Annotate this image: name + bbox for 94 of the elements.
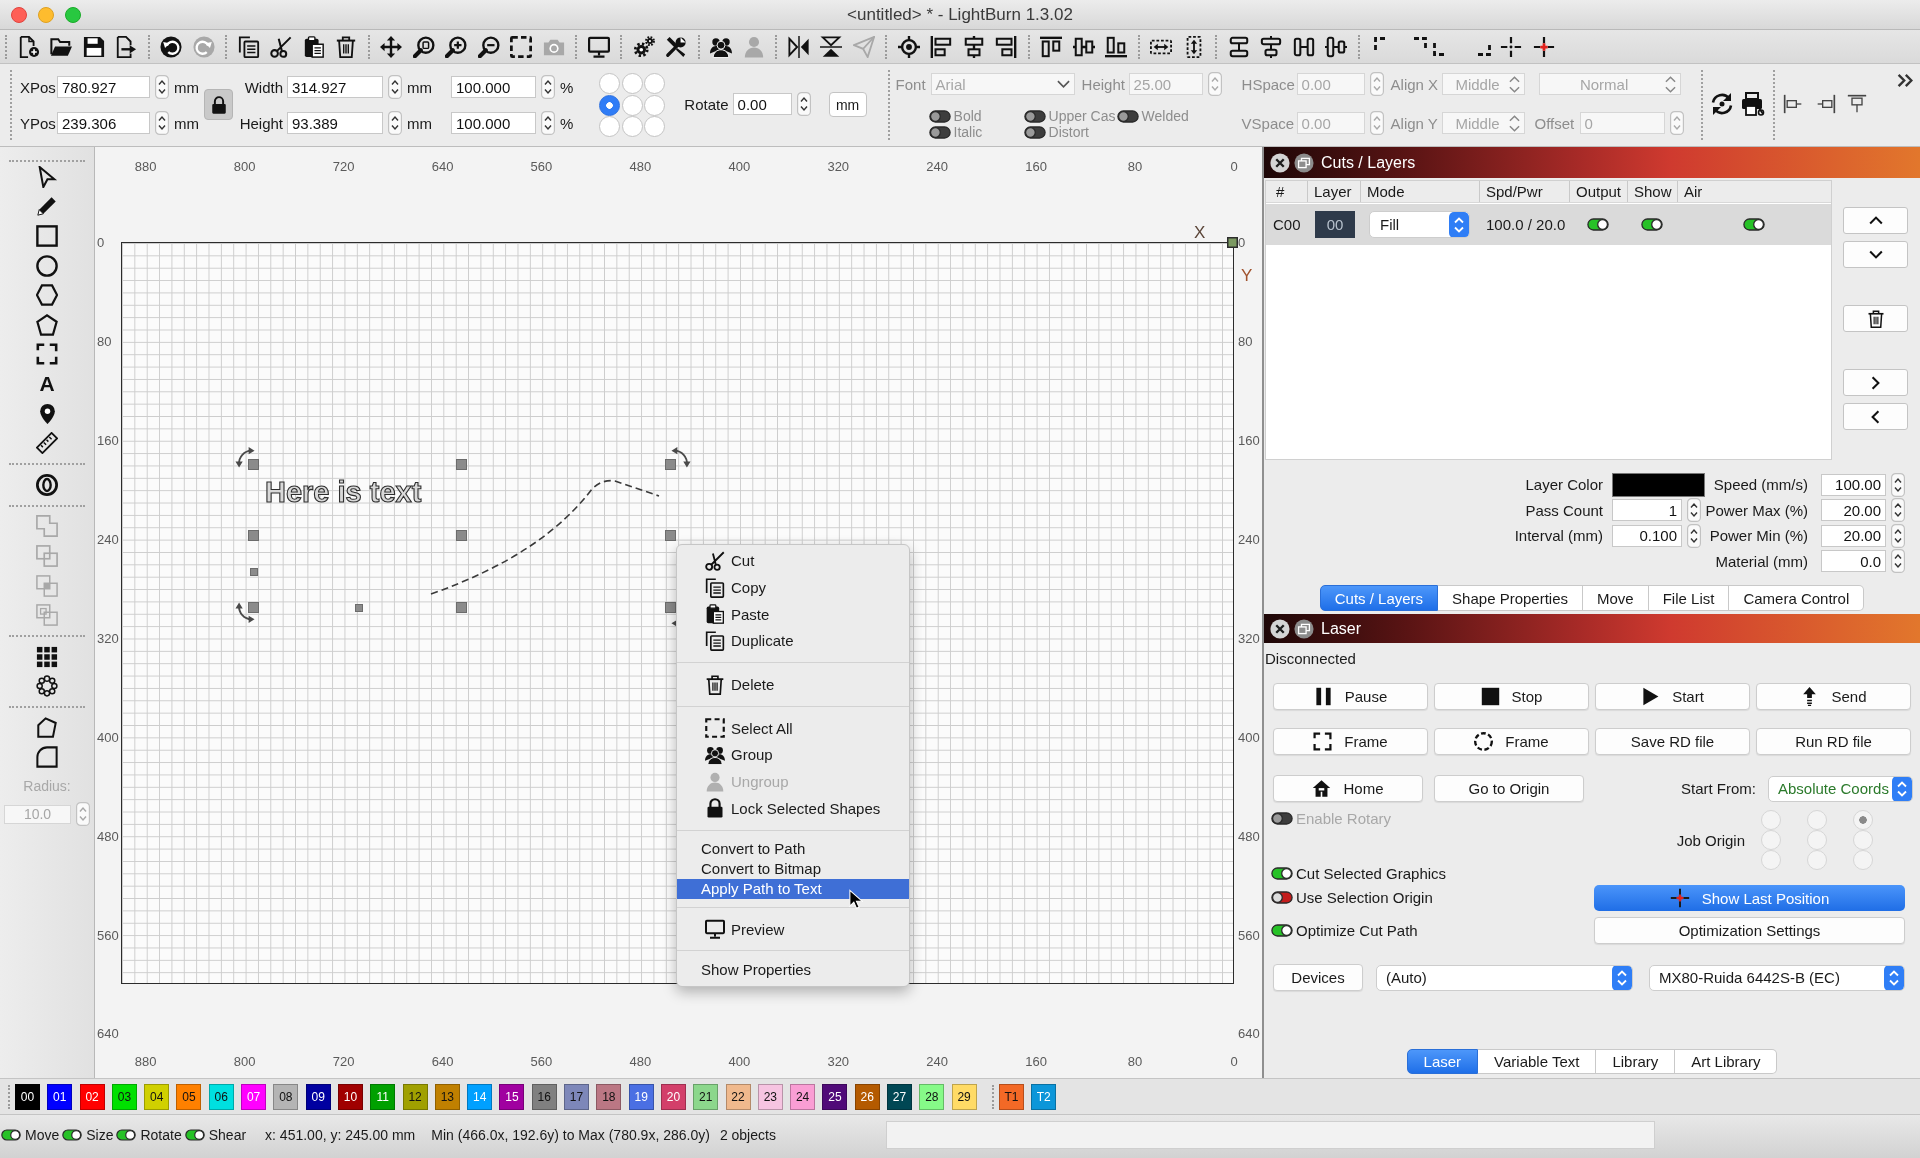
ruler-label: 240 [1238, 531, 1260, 547]
unit-label: mm [407, 114, 432, 132]
ruler-label: 880 [134, 1054, 157, 1069]
start-from-label: Start From: [1681, 780, 1756, 797]
ruler-label: 560 [1238, 927, 1260, 943]
ruler-label: 800 [233, 1054, 256, 1069]
align-y-label: Align Y [1390, 114, 1438, 132]
height-label: Height [239, 114, 283, 132]
toggle-label: Shear [208, 1126, 247, 1143]
axis-label: X [1194, 224, 1206, 242]
ruler-label: 80 [1127, 159, 1143, 174]
panel-title: Cuts / Layers [1321, 153, 1416, 172]
ruler-label: 880 [134, 159, 157, 174]
unit-label: mm [407, 78, 432, 96]
ruler-label: 160 [1025, 1054, 1047, 1069]
object-count-text: 2 objects [719, 1126, 776, 1143]
ruler-label: 0 [1230, 1054, 1238, 1069]
toggle-label: Cut Selected Graphics [1296, 864, 1447, 882]
setting-label: Power Min (%) [1709, 527, 1808, 545]
hspace-label: HSpace [1241, 75, 1295, 93]
ruler-label: 480 [629, 159, 652, 174]
table-cell-text: C00 [1272, 215, 1302, 235]
table-cell-text: 100.0 / 20.0 [1485, 215, 1567, 235]
unit-label: mm [174, 78, 199, 96]
ruler-label: 640 [431, 159, 454, 174]
unit-label: mm [174, 114, 199, 132]
panel-title: Laser [1321, 619, 1362, 638]
toggle-label: Welded [1141, 108, 1189, 124]
ruler-label: 480 [1238, 828, 1260, 844]
ruler-label: 320 [827, 1054, 850, 1069]
ruler-label: 640 [1238, 1025, 1260, 1041]
setting-label: Interval (mm) [1514, 527, 1603, 545]
ruler-label: 160 [1025, 159, 1047, 174]
ruler-label: 160 [97, 432, 119, 448]
toggle-label: Size [86, 1126, 114, 1143]
y-position-label: YPos [20, 114, 56, 132]
ruler-label: 800 [233, 159, 256, 174]
ruler-label: 240 [926, 159, 949, 174]
ruler-label: 320 [97, 630, 119, 646]
ruler-label: 640 [97, 1025, 119, 1041]
width-label: Width [244, 78, 283, 96]
ruler-label: 320 [827, 159, 850, 174]
ruler-label: 160 [1238, 432, 1260, 448]
toggle-label: Bold [953, 108, 982, 124]
toggle-label: Rotate [140, 1126, 182, 1143]
vspace-label: VSpace [1241, 114, 1295, 132]
unit-label: % [560, 114, 574, 132]
ruler-label: 480 [97, 828, 119, 844]
toggle-label: Italic [953, 124, 983, 140]
toggle-label: Enable Rotary [1296, 809, 1392, 827]
ruler-label: 400 [728, 1054, 751, 1069]
setting-label: Layer Color [1525, 476, 1603, 494]
ruler-label: 560 [530, 1054, 553, 1069]
unit-label: % [560, 78, 574, 96]
align-x-label: Align X [1390, 75, 1439, 93]
setting-label: Material (mm) [1715, 552, 1808, 570]
ruler-label: 560 [97, 927, 119, 943]
ruler-label: 560 [530, 159, 553, 174]
ruler-label: 0 [97, 234, 105, 250]
text-height-label: Height [1081, 75, 1125, 93]
toggle-label: Distort [1048, 124, 1089, 140]
connection-status: Disconnected [1265, 651, 1356, 667]
ruler-label: 320 [1238, 630, 1260, 646]
axis-label: Y [1241, 267, 1253, 285]
ruler-label: 720 [332, 159, 355, 174]
ruler-label: 0 [1230, 159, 1238, 174]
ruler-label: 400 [1238, 729, 1260, 745]
x-position-label: XPos [20, 78, 56, 96]
setting-label: Pass Count [1525, 501, 1603, 519]
setting-label: Power Max (%) [1705, 501, 1808, 519]
toggle-label: Upper Cas [1048, 108, 1116, 124]
selection-bounds-text: Min (466.0x, 192.6y) to Max (780.9x, 286.0y) [431, 1126, 710, 1143]
toggle-label: Use Selection Origin [1296, 888, 1433, 906]
ruler-label: 720 [332, 1054, 355, 1069]
ruler-label: 80 [97, 333, 112, 349]
toggle-label: Move [25, 1126, 60, 1143]
ruler-label: 80 [1127, 1054, 1143, 1069]
cursor-position-text: x: 451.00, y: 245.00 mm [265, 1126, 416, 1143]
job-origin-label: Job Origin [1676, 831, 1745, 849]
ruler-label: 640 [431, 1054, 454, 1069]
ruler-label: 80 [1238, 333, 1253, 349]
radius-label: Radius: [23, 778, 71, 796]
toggle-label: Optimize Cut Path [1296, 921, 1418, 939]
ruler-label: 480 [629, 1054, 652, 1069]
offset-label: Offset [1534, 114, 1575, 132]
ruler-label: 240 [97, 531, 119, 547]
ruler-label: 400 [97, 729, 119, 745]
ruler-label: 400 [728, 159, 751, 174]
ruler-label: 0 [1238, 234, 1246, 250]
rotate-label: Rotate [684, 95, 729, 113]
ruler-label: 240 [926, 1054, 949, 1069]
setting-label: Speed (mm/s) [1713, 476, 1808, 494]
window-title: <untitled> * - LightBurn 1.3.02 [847, 4, 1073, 25]
font-label: Font [895, 75, 926, 93]
